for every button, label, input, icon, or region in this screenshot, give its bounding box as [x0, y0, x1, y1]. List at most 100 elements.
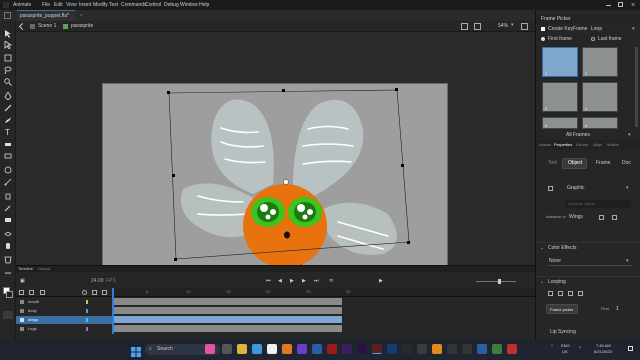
- lock-all-icon[interactable]: [92, 290, 97, 295]
- chrome-icon[interactable]: [267, 344, 277, 354]
- width-tool-icon[interactable]: [4, 225, 12, 236]
- lip-syncing-label[interactable]: Lip Syncing: [550, 330, 576, 335]
- eyedropper-icon[interactable]: [4, 199, 12, 212]
- workspace-icon[interactable]: [4, 12, 11, 19]
- selection-tool-icon[interactable]: [4, 25, 12, 38]
- photoshop-icon[interactable]: [387, 344, 397, 354]
- playhead[interactable]: [112, 288, 114, 334]
- app-icon[interactable]: [297, 344, 307, 354]
- frame-thumb[interactable]: 3: [542, 82, 578, 112]
- symbol-type-dropdown-icon[interactable]: ▾: [626, 186, 629, 191]
- frame-thumb[interactable]: 4: [582, 82, 618, 112]
- after-effects-icon[interactable]: [357, 344, 367, 354]
- breadcrumb-scene[interactable]: Scene 1: [38, 24, 56, 29]
- layer-row-wings[interactable]: wings: [16, 316, 112, 324]
- minimize-icon[interactable]: [606, 5, 611, 6]
- outline-all-icon[interactable]: [102, 290, 107, 295]
- app-icon[interactable]: [312, 344, 322, 354]
- go-to-last-frame-icon[interactable]: ⏭: [314, 279, 319, 284]
- edit-symbol-icon[interactable]: [474, 23, 481, 30]
- frame-thumb[interactable]: 2: [582, 47, 618, 77]
- show-hide-icon[interactable]: [82, 290, 87, 295]
- edge-icon[interactable]: [252, 344, 262, 354]
- frame-thumb[interactable]: 5: [542, 117, 578, 129]
- frame-span-legs[interactable]: [112, 325, 535, 333]
- layer-name[interactable]: body: [28, 309, 37, 313]
- text-tool-icon[interactable]: T: [4, 123, 12, 137]
- brush-tool-icon[interactable]: [4, 111, 12, 123]
- menu-control[interactable]: Control: [145, 3, 161, 8]
- bone-tool-icon[interactable]: [4, 173, 12, 186]
- edit-toolbar-icon[interactable]: [4, 264, 12, 274]
- step-back-icon[interactable]: ◀: [278, 279, 282, 284]
- app-icon[interactable]: [492, 344, 502, 354]
- breadcrumb-symbol[interactable]: parasprite: [71, 24, 93, 29]
- frame-span-body[interactable]: [112, 307, 535, 315]
- eraser-tool-icon[interactable]: [4, 135, 12, 146]
- widget-icon[interactable]: [205, 344, 215, 354]
- go-to-first-frame-icon[interactable]: ⏮: [266, 279, 271, 284]
- tab-library[interactable]: Library: [576, 143, 588, 147]
- timeline-zoom-handle[interactable]: [498, 279, 501, 284]
- task-view-icon[interactable]: [222, 344, 232, 354]
- all-frames-select[interactable]: All Frames: [566, 133, 590, 138]
- menu-insert[interactable]: Insert: [79, 3, 92, 8]
- menu-commands[interactable]: Commands: [121, 3, 147, 8]
- menu-edit[interactable]: Edit: [54, 3, 63, 8]
- tab-align[interactable]: Align: [593, 143, 602, 147]
- loop-dropdown-icon[interactable]: ▾: [632, 27, 635, 32]
- tab-tool[interactable]: Tool: [548, 161, 557, 166]
- new-layer-icon[interactable]: [19, 290, 24, 295]
- timeline-zoom-slider[interactable]: [476, 281, 516, 282]
- layer-row-body[interactable]: body: [16, 307, 112, 315]
- play-icon[interactable]: ▶: [290, 279, 294, 284]
- subselection-tool-icon[interactable]: [4, 36, 13, 50]
- single-frame-icon[interactable]: [568, 291, 573, 296]
- app-icon[interactable]: [417, 344, 427, 354]
- color-effects-header[interactable]: ⌄ Color Effects: [536, 242, 640, 251]
- back-arrow-icon[interactable]: [18, 22, 27, 31]
- pencil-tool-icon[interactable]: [4, 99, 12, 112]
- menu-modify[interactable]: Modify: [93, 3, 108, 8]
- menu-text[interactable]: Text: [109, 3, 118, 8]
- zoom-dropdown-icon[interactable]: ▾: [511, 23, 514, 28]
- frame-thumb[interactable]: 1: [542, 47, 578, 77]
- app-icon[interactable]: [462, 344, 472, 354]
- color-style-dropdown-icon[interactable]: ▾: [626, 259, 629, 264]
- layer-color-chip[interactable]: [86, 300, 88, 304]
- symbol-type-select[interactable]: Graphic: [567, 186, 585, 191]
- layer-row-legs[interactable]: Legs: [16, 325, 112, 333]
- frame-picker-button[interactable]: Frame picker: [546, 304, 578, 314]
- loop-icon[interactable]: ⟲: [329, 279, 333, 284]
- app-icon[interactable]: [447, 344, 457, 354]
- looping-header[interactable]: ⌄ Looping: [536, 276, 640, 285]
- app-icon[interactable]: [327, 344, 337, 354]
- tray-chevron-icon[interactable]: ^: [551, 344, 553, 348]
- tab-close-icon[interactable]: ×: [80, 14, 83, 19]
- fps-value[interactable]: 24.00: [91, 279, 104, 284]
- pen-tool-icon[interactable]: [4, 87, 12, 101]
- layer-color-chip[interactable]: [86, 327, 88, 331]
- zoom-value[interactable]: 54%: [498, 24, 508, 29]
- collapse-icon[interactable]: ⌄: [540, 280, 544, 285]
- app-icon[interactable]: [477, 344, 487, 354]
- language-label[interactable]: ENG: [561, 344, 570, 348]
- menu-file[interactable]: File: [42, 3, 50, 8]
- camera-tool-icon[interactable]: [4, 211, 12, 222]
- wifi-icon[interactable]: ◔: [578, 346, 581, 351]
- edit-scene-icon[interactable]: [461, 23, 468, 30]
- tab-doc[interactable]: Doc: [622, 161, 631, 166]
- fill-color-swatch[interactable]: [6, 291, 13, 298]
- tab-object[interactable]: Object: [568, 161, 582, 166]
- tab-output[interactable]: Output: [38, 267, 50, 271]
- menu-view[interactable]: View: [66, 3, 77, 8]
- frame-thumb[interactable]: 6: [582, 117, 618, 129]
- layer-name[interactable]: wings: [28, 318, 38, 322]
- swap-colors-icon[interactable]: [3, 311, 13, 319]
- layer-color-chip[interactable]: [86, 318, 88, 322]
- play-once-icon[interactable]: [558, 291, 563, 296]
- thumbs-scrollbar[interactable]: [635, 47, 638, 127]
- all-frames-dropdown-icon[interactable]: ▾: [628, 133, 631, 138]
- tab-assets[interactable]: Assets: [539, 143, 551, 147]
- asset-warp-icon[interactable]: [4, 251, 12, 264]
